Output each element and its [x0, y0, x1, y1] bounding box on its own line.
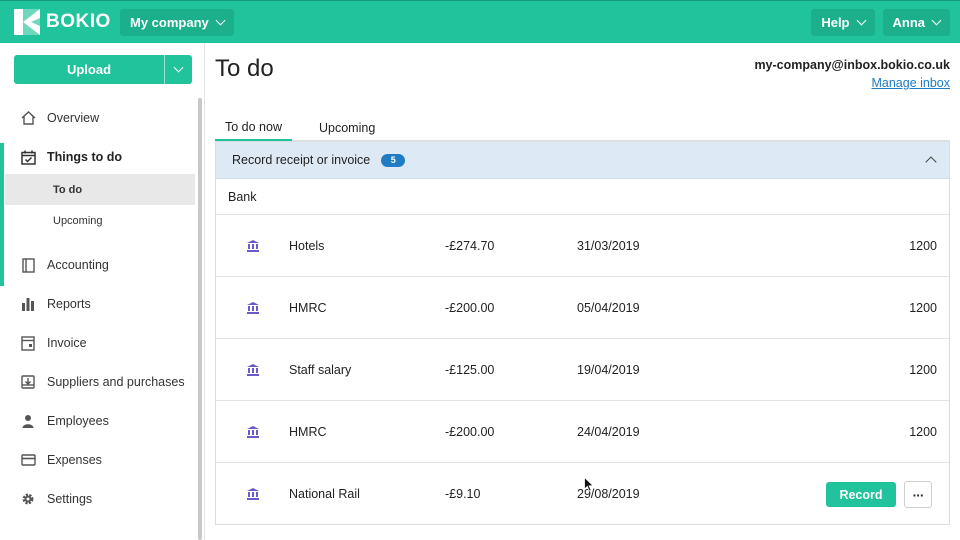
sidebar-item-label: Overview	[47, 111, 100, 125]
sidebar-item-things-to-do[interactable]: Things to do	[0, 138, 196, 176]
transaction-amount: -£200.00	[445, 425, 495, 439]
transaction-date: 31/03/2019	[577, 239, 640, 253]
account-number: 1200	[909, 239, 937, 253]
sidebar-subitem-upcoming[interactable]: Upcoming	[5, 205, 195, 236]
sidebar-item-reports[interactable]: Reports	[0, 285, 196, 323]
manage-inbox-link[interactable]: Manage inbox	[871, 76, 950, 90]
top-bar: BOKIO My company Help Anna	[0, 0, 960, 43]
sidebar-item-invoice[interactable]: Invoice	[0, 324, 196, 362]
table-row[interactable]: HMRC -£200.00 24/04/2019 1200	[216, 401, 949, 463]
tab-upcoming[interactable]: Upcoming	[319, 115, 375, 141]
bank-icon	[247, 215, 259, 277]
sidebar-subitem-to-do[interactable]: To do	[5, 174, 195, 205]
company-selector[interactable]: My company	[120, 9, 234, 36]
account-number: 1200	[909, 363, 937, 377]
transaction-name: HMRC	[289, 301, 327, 315]
transaction-amount: -£125.00	[445, 363, 495, 377]
group-label: Bank	[216, 179, 949, 215]
bank-icon	[247, 277, 259, 339]
transaction-amount: -£9.10	[445, 487, 481, 501]
table-row[interactable]: National Rail -£9.10 29/08/2019 Record ·…	[216, 463, 949, 525]
tab-to-do-now[interactable]: To do now	[215, 115, 292, 141]
table-row[interactable]: Staff salary -£125.00 19/04/2019 1200	[216, 339, 949, 401]
account-number: 1200	[909, 425, 937, 439]
section-title: Record receipt or invoice	[232, 153, 371, 167]
brand-name: BOKIO	[46, 11, 111, 32]
count-badge: 5	[381, 153, 406, 167]
todo-panel: Record receipt or invoice 5 Bank Hotels …	[215, 141, 950, 525]
mouse-pointer-icon	[584, 476, 594, 497]
bokio-logo-icon	[14, 9, 40, 35]
book-icon	[20, 257, 36, 273]
help-label: Help	[821, 15, 850, 30]
transaction-amount: -£200.00	[445, 301, 495, 315]
transaction-date: 24/04/2019	[577, 425, 640, 439]
bank-icon	[247, 463, 259, 525]
sidebar-scrollbar[interactable]	[198, 98, 202, 540]
chevron-down-icon	[215, 15, 226, 26]
tab-bar: To do now Upcoming	[215, 115, 950, 141]
record-button[interactable]: Record	[826, 482, 896, 507]
sidebar-item-label: Settings	[47, 492, 93, 506]
sidebar-item-label: Accounting	[47, 258, 109, 272]
transaction-name: Staff salary	[289, 363, 352, 377]
section-header[interactable]: Record receipt or invoice 5	[216, 142, 949, 179]
transaction-name: Hotels	[289, 239, 325, 253]
home-icon	[20, 110, 36, 126]
invoice-icon	[20, 335, 36, 351]
upload-dropdown-button[interactable]	[164, 55, 192, 84]
chevron-up-icon[interactable]	[925, 156, 937, 168]
sidebar-item-label: Reports	[47, 297, 91, 311]
inbox-download-icon	[20, 374, 36, 390]
upload-button[interactable]: Upload	[14, 55, 164, 84]
user-name: Anna	[892, 15, 926, 30]
account-number: 1200	[909, 301, 937, 315]
sidebar-item-accounting[interactable]: Accounting	[0, 246, 196, 284]
sidebar-item-suppliers-and-purchases[interactable]: Suppliers and purchases	[0, 363, 196, 401]
help-menu-button[interactable]: Help	[811, 9, 875, 36]
sidebar-item-label: Suppliers and purchases	[47, 375, 185, 389]
sidebar-item-label: Invoice	[47, 336, 87, 350]
page-title: To do	[215, 55, 274, 82]
upload-split-button: Upload	[14, 55, 192, 84]
chevron-down-icon	[173, 62, 184, 73]
transaction-date: 19/04/2019	[577, 363, 640, 377]
sidebar-item-label: Employees	[47, 414, 109, 428]
transaction-amount: -£274.70	[445, 239, 495, 253]
main-content: To do my-company@inbox.bokio.co.uk Manag…	[205, 43, 960, 540]
more-options-button[interactable]: ···	[904, 481, 932, 508]
sidebar-item-overview[interactable]: Overview	[0, 99, 196, 137]
bar-chart-icon	[20, 296, 36, 312]
transaction-name: HMRC	[289, 425, 327, 439]
sidebar: Upload Overview Things to do To do Upcom…	[0, 43, 205, 540]
sidebar-item-expenses[interactable]: Expenses	[0, 441, 196, 479]
person-icon	[20, 413, 36, 429]
user-menu-button[interactable]: Anna	[882, 9, 950, 36]
transaction-name: National Rail	[289, 487, 360, 501]
sidebar-item-employees[interactable]: Employees	[0, 402, 196, 440]
bokio-logo[interactable]: BOKIO	[14, 8, 111, 36]
inbox-email: my-company@inbox.bokio.co.uk	[754, 58, 950, 72]
sidebar-item-label: Things to do	[47, 150, 122, 164]
sidebar-item-label: Expenses	[47, 453, 102, 467]
sidebar-item-settings[interactable]: Settings	[0, 480, 196, 518]
bank-icon	[247, 401, 259, 463]
gear-icon	[20, 491, 36, 507]
card-icon	[20, 452, 36, 468]
bank-icon	[247, 339, 259, 401]
company-name: My company	[130, 15, 209, 30]
transaction-date: 05/04/2019	[577, 301, 640, 315]
calendar-check-icon	[20, 149, 36, 165]
table-row[interactable]: HMRC -£200.00 05/04/2019 1200	[216, 277, 949, 339]
chevron-down-icon	[931, 15, 942, 26]
chevron-down-icon	[856, 15, 866, 26]
table-row[interactable]: Hotels -£274.70 31/03/2019 1200	[216, 215, 949, 277]
